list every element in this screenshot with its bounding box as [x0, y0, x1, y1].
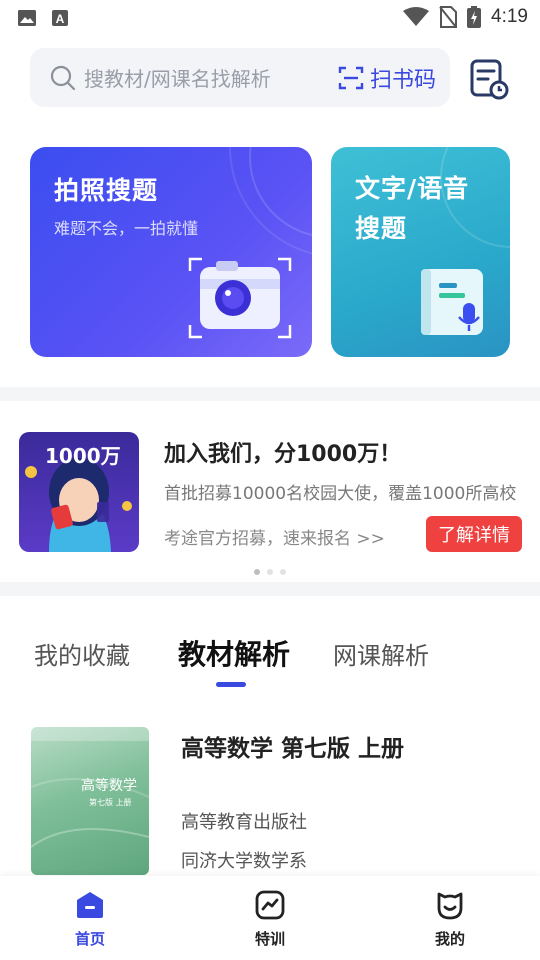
- pagination-dot[interactable]: [254, 569, 260, 575]
- nav-profile[interactable]: 我的: [410, 890, 490, 949]
- tab-textbook-solutions[interactable]: 教材解析: [178, 633, 290, 673]
- search-input[interactable]: 搜教材/网课名找解析: [84, 63, 338, 92]
- pagination-dot[interactable]: [267, 569, 273, 575]
- scan-icon: [338, 66, 364, 89]
- banner-image[interactable]: 1000万: [19, 432, 139, 552]
- banner-signup-link[interactable]: 考途官方招募，速来报名 >>: [164, 524, 385, 549]
- book-author: 同济大学数学系: [181, 851, 307, 872]
- search-icon: [50, 65, 76, 90]
- search-bar[interactable]: 搜教材/网课名找解析 扫书码: [30, 48, 450, 107]
- text-voice-icon: [421, 269, 483, 335]
- banner-description: 首批招募10000名校园大使，覆盖1000所高校: [164, 484, 517, 504]
- training-icon: [255, 890, 285, 920]
- content-tabs: 我的收藏 教材解析 网课解析: [0, 636, 540, 696]
- tab-course-solutions[interactable]: 网课解析: [333, 636, 429, 671]
- text-voice-search-title: 文字/语音 搜题: [355, 174, 470, 243]
- nav-training[interactable]: 特训: [230, 890, 310, 949]
- photo-search-title: 拍照搜题: [54, 176, 159, 205]
- status-time: 4:19: [491, 6, 528, 27]
- history-icon[interactable]: [466, 57, 510, 101]
- status-bar: A 4:19: [0, 0, 540, 36]
- banner-image-text: 1000万: [45, 444, 121, 468]
- book-publisher: 高等教育出版社: [181, 812, 307, 833]
- font-notification-icon: A: [52, 10, 68, 26]
- bottom-navigation: 首页 特训 我的: [0, 876, 540, 960]
- tab-favorites[interactable]: 我的收藏: [34, 636, 130, 671]
- scan-book-label: 扫书码: [369, 67, 436, 93]
- nav-home[interactable]: 首页: [50, 890, 130, 949]
- battery-charging-icon: [467, 6, 482, 28]
- scan-book-button[interactable]: 扫书码: [338, 62, 436, 94]
- nav-training-label: 特训: [254, 930, 285, 948]
- nav-home-label: 首页: [74, 930, 105, 948]
- no-sim-icon: [439, 6, 458, 28]
- section-divider: [0, 582, 540, 596]
- cover-subtitle: 第七版 上册: [89, 798, 132, 807]
- learn-more-button[interactable]: 了解详情: [426, 516, 522, 552]
- cover-title: 高等数学: [81, 778, 137, 794]
- banner-pagination: [254, 569, 286, 575]
- photo-search-card[interactable]: 拍照搜题 难题不会，一拍就懂: [30, 147, 312, 357]
- banner-title: 加入我们，分1000万！: [164, 442, 402, 467]
- text-voice-search-card[interactable]: 文字/语音 搜题: [331, 147, 510, 357]
- wifi-icon: [403, 7, 430, 26]
- pagination-dot[interactable]: [280, 569, 286, 575]
- svg-text:A: A: [56, 12, 65, 26]
- home-icon: [77, 892, 103, 918]
- nav-profile-label: 我的: [434, 930, 465, 948]
- section-divider: [0, 387, 540, 401]
- profile-icon: [437, 892, 463, 920]
- photo-search-subtitle: 难题不会，一拍就懂: [54, 219, 199, 238]
- book-cover[interactable]: 高等数学 第七版 上册: [31, 727, 149, 875]
- camera-icon: [188, 257, 292, 339]
- book-title[interactable]: 高等数学 第七版 上册: [181, 729, 404, 763]
- image-notification-icon: [18, 10, 36, 26]
- active-tab-indicator: [216, 682, 246, 687]
